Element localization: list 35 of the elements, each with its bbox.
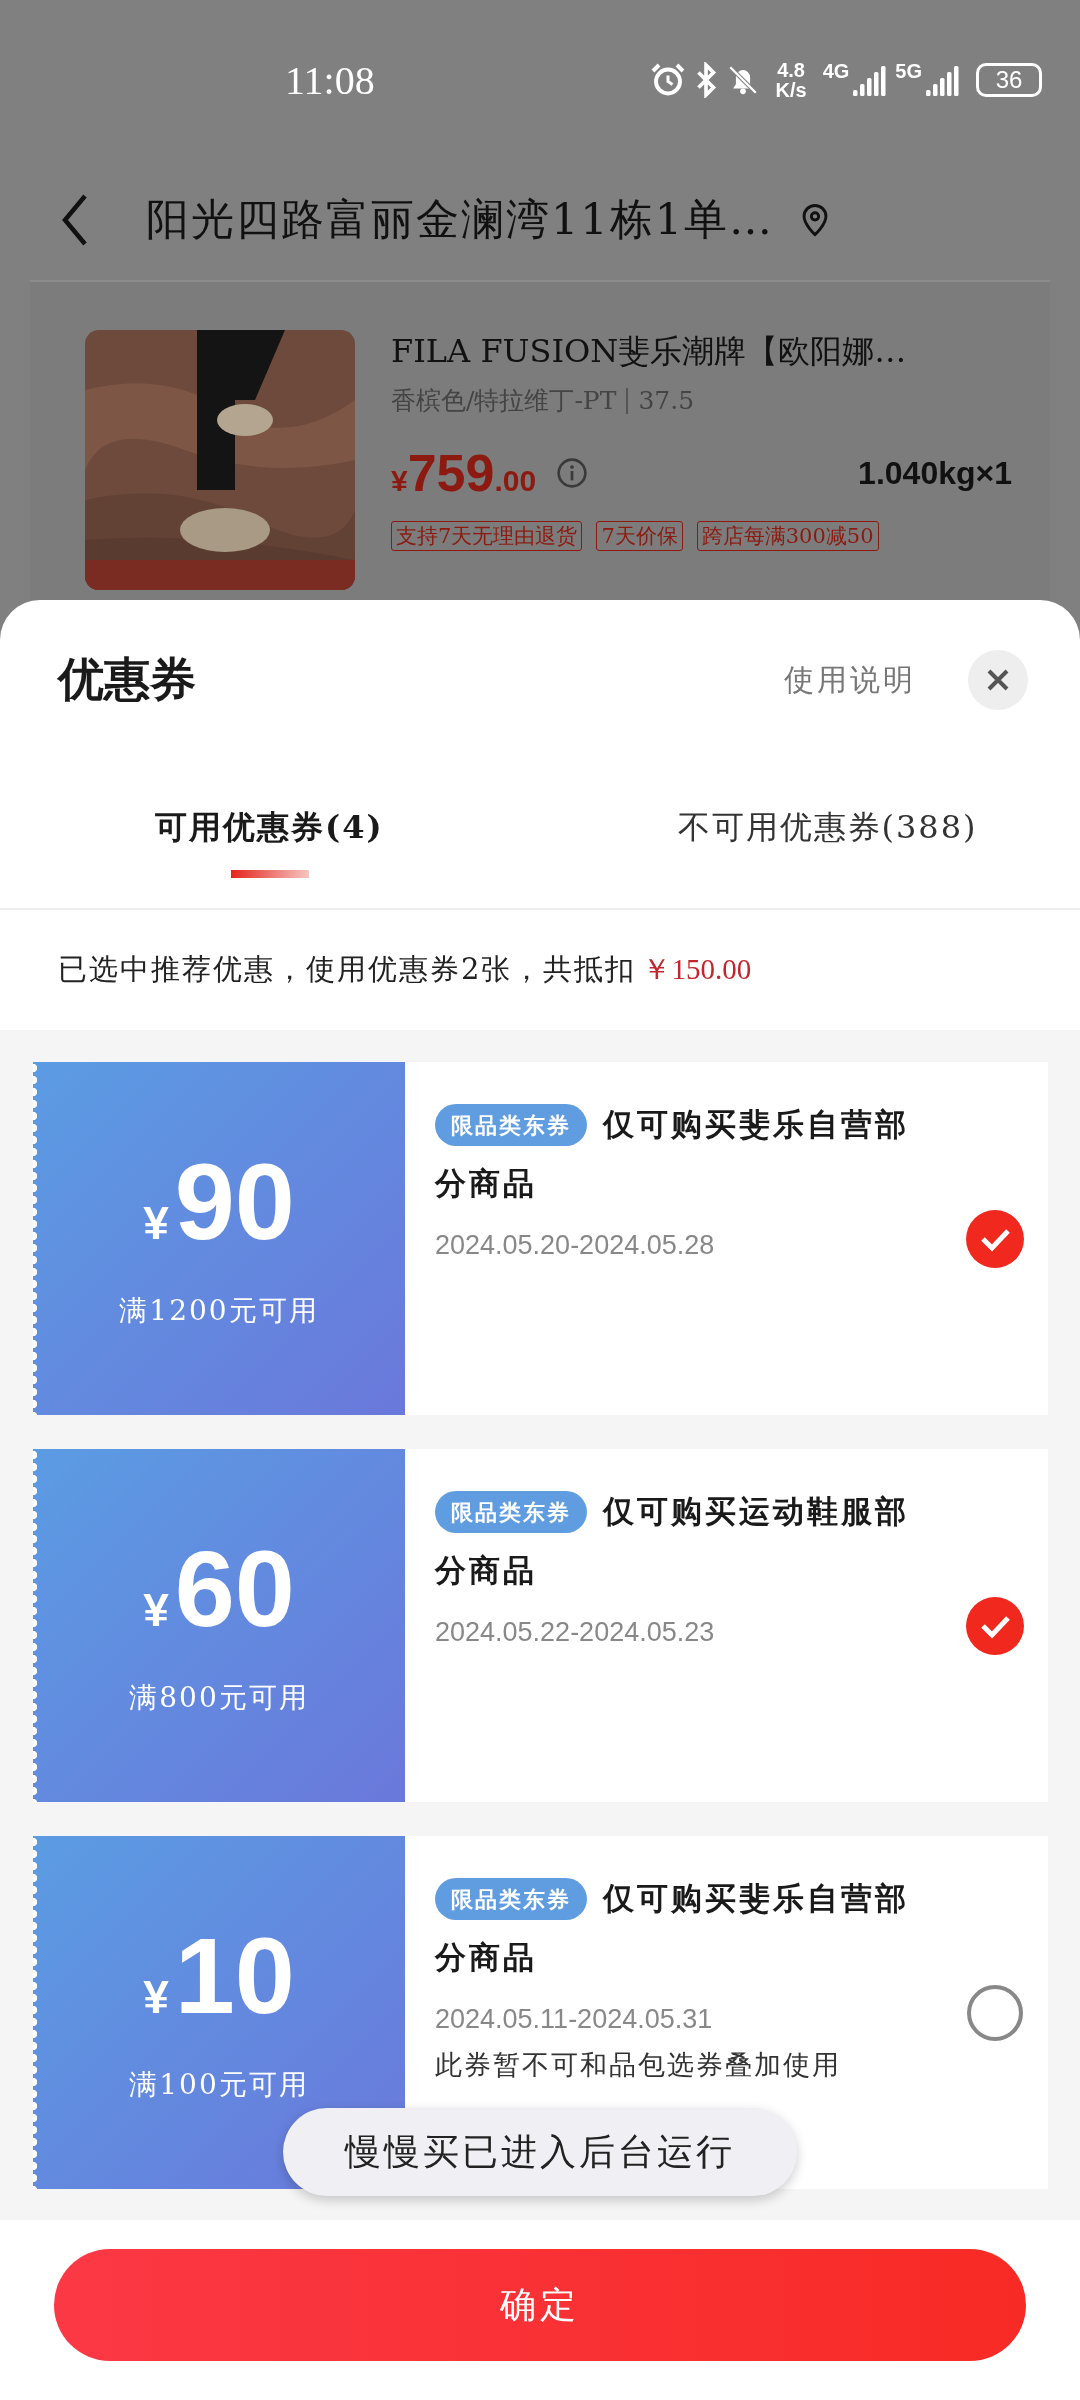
coupon-amount: ¥60 (143, 1534, 295, 1643)
service-tag: 支持7天无理由退货 (391, 521, 583, 551)
coupon-note: 此券暂不可和品包选券叠加使用 (435, 2048, 842, 2082)
coupon-period: 2024.05.11-2024.05.31 (435, 2004, 714, 2035)
network-label: 5G (895, 60, 922, 83)
network-label: 4G (822, 60, 850, 83)
coupon-condition: 满100元可用 (129, 2066, 309, 2103)
coupon-title: 分商品 (435, 1551, 537, 1590)
coupon-title: 仅可购买斐乐自营部 (603, 1879, 909, 1918)
coupon-condition: 满1200元可用 (119, 1292, 319, 1329)
coupon-type-tag: 限品类东券 (435, 1104, 587, 1146)
product-spec: 香槟色/特拉维丁-PT (391, 385, 617, 417)
coupon-type-tag: 限品类东券 (435, 1491, 587, 1533)
coupon-condition: 满800元可用 (129, 1679, 309, 1716)
coupon-title: 仅可购买斐乐自营部 (603, 1105, 909, 1144)
network-speed: 4.8 K/s (775, 60, 807, 100)
battery-icon: 36 (976, 63, 1042, 97)
coupon-period: 2024.05.20-2024.05.28 (435, 1230, 716, 1261)
coupon-title: 仅可购买运动鞋服部 (603, 1492, 909, 1531)
coupon-period: 2024.05.22-2024.05.23 (435, 1617, 716, 1648)
status-time: 11:08 (285, 56, 375, 104)
sheet-title: 优惠券 (58, 651, 196, 708)
background-run-toast: 慢慢买已进入后台运行 (283, 2108, 797, 2196)
coupon-summary: 已选中推荐优惠，使用优惠券2张，共抵扣 ￥150.00 (58, 951, 752, 988)
coupon-title: 分商品 (435, 1164, 537, 1203)
service-tag: 跨店每满300减50 (696, 521, 879, 551)
coupon-title: 分商品 (435, 1938, 537, 1977)
coupon-amount: ¥10 (143, 1921, 295, 2030)
product-weight: 1.040kg×1 (858, 454, 1012, 492)
coupon-type-tag: 限品类东券 (435, 1878, 587, 1920)
product-price: ¥759.00 (391, 443, 537, 503)
coupon-amount: ¥90 (143, 1147, 295, 1256)
product-size: 37.5 (638, 386, 695, 415)
product-title: FILA FUSION斐乐潮牌【欧阳娜… (391, 331, 908, 372)
service-tag: 7天价保 (596, 521, 683, 551)
